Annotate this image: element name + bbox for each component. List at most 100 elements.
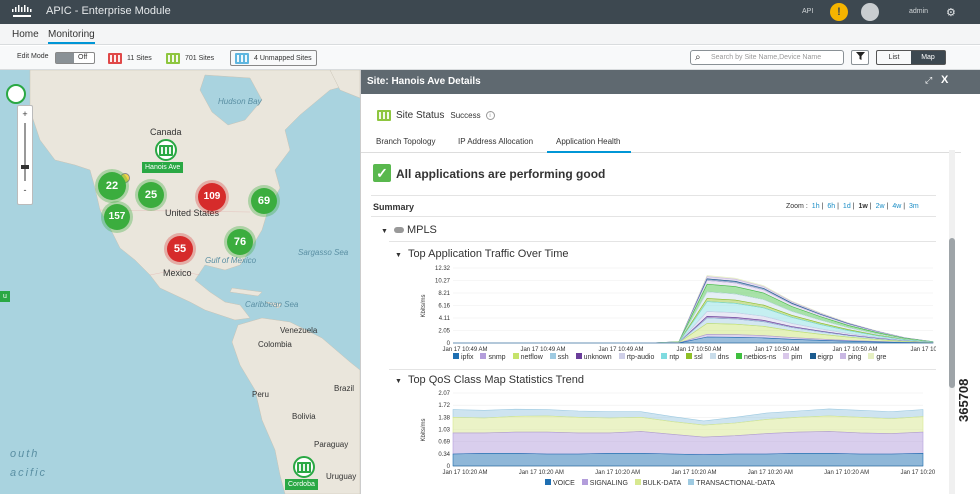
cluster-marker[interactable]: 25 [138, 182, 164, 208]
expand-icon[interactable]: ⤢ [925, 75, 932, 86]
map-label-venezuela: Venezuela [280, 326, 318, 335]
legend-item[interactable]: TRANSACTIONAL-DATA [688, 479, 775, 487]
legend-item[interactable]: BULK-DATA [634, 479, 681, 487]
legend-item[interactable]: ipfix [453, 353, 473, 361]
zoom-option[interactable]: 4w [892, 203, 901, 210]
red-sites-filter[interactable]: 11 Sites [108, 50, 152, 66]
cluster-marker[interactable]: 76 [227, 229, 253, 255]
zoom-option[interactable]: 1h [812, 203, 820, 210]
site-marker-edge[interactable] [6, 84, 26, 104]
zoom-slider-handle[interactable] [21, 165, 29, 169]
legend-item[interactable]: ntp [661, 353, 679, 361]
series-area-VOICE[interactable] [452, 452, 924, 467]
chart1-title: Top Application Traffic Over Time [407, 248, 569, 260]
chart2-header[interactable]: ▼ Top QoS Class Map Statistics Trend [395, 374, 584, 386]
close-button[interactable]: X [941, 74, 948, 86]
edit-mode-toggle[interactable]: Off [55, 52, 95, 64]
collapse-icon: ▼ [395, 378, 402, 385]
green-sites-filter[interactable]: 701 Sites [166, 50, 214, 66]
legend-item[interactable]: rtp-audio [618, 353, 654, 361]
legend-item[interactable]: ssl [686, 353, 703, 361]
building-icon [166, 52, 180, 64]
tab-branch-topology[interactable]: Branch Topology [376, 137, 435, 146]
unmapped-sites-button[interactable]: 4 Unmapped Sites [230, 50, 317, 66]
info-icon[interactable]: i [485, 111, 495, 120]
notification-icon[interactable]: ! [830, 3, 848, 21]
zoom-option[interactable]: 3m [909, 203, 919, 210]
zoom-out-button[interactable]: - [18, 185, 32, 195]
nav-monitoring[interactable]: Monitoring [48, 29, 95, 44]
y-tick-label: 0.69 [438, 440, 450, 446]
legend-label: gre [876, 354, 887, 361]
map-label-sargasso-sea: Sargasso Sea [298, 248, 349, 257]
legend-item[interactable]: netflow [512, 353, 543, 361]
cluster-marker[interactable]: 157 [104, 204, 130, 230]
y-tick-label: 12.32 [435, 266, 451, 272]
scrollbar-thumb[interactable] [949, 238, 955, 388]
legend-label: pim [791, 354, 803, 361]
gear-icon[interactable]: ⚙ [946, 6, 956, 19]
tab-ip-address-allocation[interactable]: IP Address Allocation [458, 137, 533, 146]
legend-item[interactable]: gre [868, 353, 886, 361]
main-nav: Home Monitoring [0, 24, 980, 45]
nav-home[interactable]: Home [12, 29, 39, 40]
app-traffic-legend: ipfix snmp netflow ssh unknown rtp-audio ntp ss… [453, 353, 886, 361]
filter-button[interactable] [851, 50, 869, 65]
y-axis-label: Kbits/ms [421, 418, 427, 441]
legend-item[interactable]: eigrp [809, 353, 834, 361]
zoom-option-selected[interactable]: 1w [858, 203, 867, 210]
site-status-label: Site Status [396, 110, 445, 121]
legend-item[interactable]: ping [840, 353, 861, 361]
cluster-marker[interactable]: 22 [98, 172, 126, 200]
y-tick-label: 1.38 [438, 415, 450, 421]
qos-trend-chart: 2.071.721.381.030.690.340Kbits/msJan 17 … [421, 391, 936, 476]
map-label-south-pacific-2: acific [10, 467, 48, 479]
qos-trend-legend: VOICE SIGNALING BULK-DATA TRANSACTIONAL-DAT… [545, 479, 775, 487]
legend-label: snmp [488, 354, 506, 361]
zoom-option[interactable]: 6h [827, 203, 835, 210]
legend-item[interactable]: dns [709, 353, 729, 361]
legend-label: ntp [669, 354, 680, 361]
map-view-button[interactable]: Map [911, 51, 945, 64]
list-view-button[interactable]: List [877, 51, 911, 64]
legend-label: TRANSACTIONAL-DATA [696, 480, 775, 487]
legend-label: VOICE [553, 480, 575, 487]
chart1-header[interactable]: ▼ Top Application Traffic Over Time [395, 248, 569, 260]
legend-swatch [634, 479, 641, 485]
site-marker-hanois[interactable] [155, 139, 177, 161]
site-label-cordoba[interactable]: Cordoba [285, 479, 318, 490]
mpls-section-header[interactable]: ▼ MPLS [381, 224, 437, 236]
bell-icon[interactable] [861, 3, 879, 21]
zoom-option[interactable]: 1d [843, 203, 851, 210]
legend-item[interactable]: SIGNALING [581, 479, 628, 487]
y-tick-label: 1.03 [438, 428, 450, 434]
cluster-marker[interactable]: 109 [198, 183, 226, 211]
legend-label: eigrp [817, 354, 834, 361]
api-link[interactable]: API [802, 8, 813, 15]
y-tick-label: 0.34 [438, 452, 450, 458]
zoom-in-button[interactable]: + [18, 109, 32, 119]
user-menu[interactable]: admin [909, 8, 928, 15]
site-map[interactable]: Hudson Bay Canada United States Gulf of … [0, 70, 360, 494]
site-label-hanois[interactable]: Hanois Ave [142, 162, 184, 173]
cluster-marker[interactable]: 69 [251, 188, 277, 214]
x-tick-label: Jan 17 10:20 AM [519, 470, 564, 476]
site-label-edge[interactable]: u [0, 291, 10, 302]
site-marker-cordoba[interactable] [293, 456, 315, 478]
legend-item[interactable]: netbios-ns [735, 353, 776, 361]
tab-application-health[interactable]: Application Health [547, 137, 632, 153]
legend-item[interactable]: snmp [480, 353, 506, 361]
legend-item[interactable]: pim [783, 353, 803, 361]
building-icon [159, 145, 173, 156]
y-tick-label: 2.07 [438, 391, 450, 397]
site-status-value: Success [450, 111, 481, 120]
legend-item[interactable]: ssh [549, 353, 569, 361]
legend-item[interactable]: unknown [575, 353, 612, 361]
panel-scrollbar[interactable] [949, 150, 955, 494]
toggle-state: Off [78, 54, 88, 61]
cluster-marker[interactable]: 55 [167, 236, 193, 262]
legend-item[interactable]: VOICE [545, 479, 575, 487]
site-search-field[interactable]: ⌕ Search by Site Name,Device Name [690, 50, 844, 65]
app-title: APIC - Enterprise Module [46, 5, 171, 17]
zoom-option[interactable]: 2w [876, 203, 885, 210]
